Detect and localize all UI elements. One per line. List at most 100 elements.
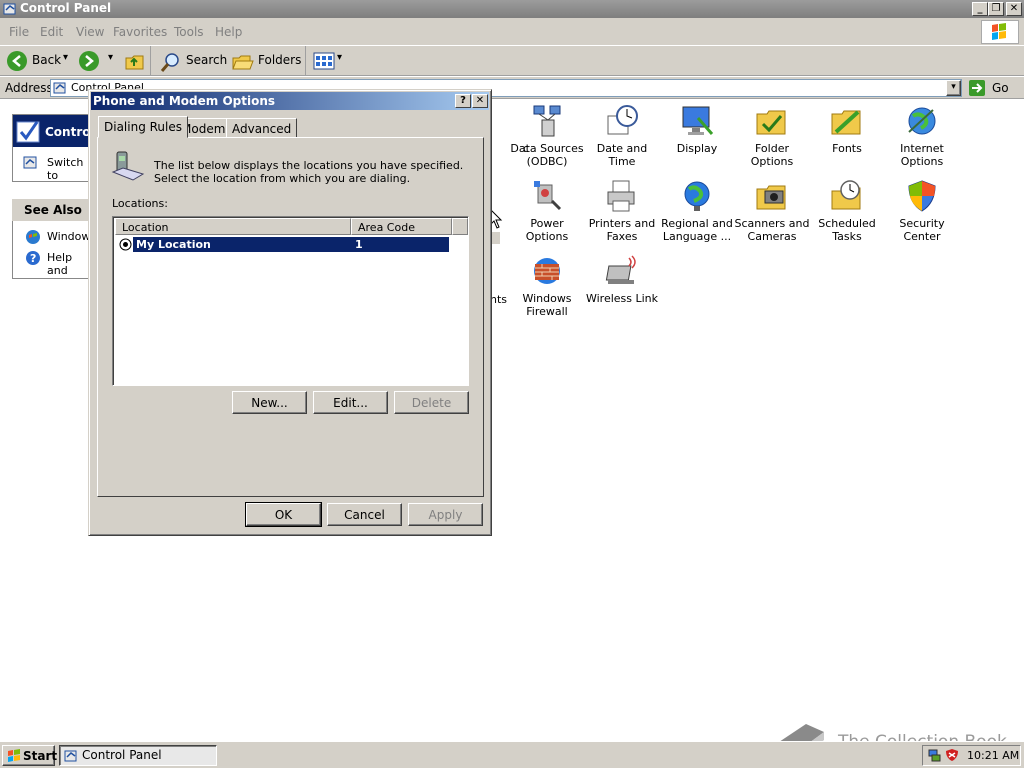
cp-icon-display[interactable]: Display [659, 104, 735, 155]
locations-list[interactable]: Location Area Code My Location 1 [112, 216, 469, 386]
cp-icon-fonts[interactable]: Fonts [809, 104, 885, 155]
table-row[interactable]: My Location 1 [133, 237, 449, 252]
tab-label: Dialing Rules [104, 120, 183, 134]
security-center-icon [905, 179, 939, 213]
cp-icon-label: Windows Firewall [522, 292, 572, 318]
menu-file[interactable]: File [9, 25, 29, 39]
cp-icon-power-options[interactable]: Power Options [509, 179, 585, 243]
control-panel-icon [16, 121, 40, 143]
menu-favorites[interactable]: Favorites [113, 25, 167, 39]
menu-help[interactable]: Help [215, 25, 242, 39]
edit-location-button[interactable]: Edit... [313, 391, 388, 414]
windows-logo-icon [981, 20, 1019, 44]
column-header-area-code[interactable]: Area Code [351, 218, 452, 235]
back-label: Back [32, 53, 62, 67]
search-label: Search [186, 53, 228, 67]
back-arrow-icon [7, 51, 27, 71]
cp-icon-regional[interactable]: Regional and Language ... [659, 179, 735, 243]
cp-icon-scheduled-tasks[interactable]: Scheduled Tasks [809, 179, 885, 243]
svg-text:?: ? [30, 252, 36, 265]
column-header-filler [452, 218, 468, 235]
system-tray: 10:21 AM [922, 745, 1021, 766]
cp-icon-printers[interactable]: Printers and Faxes [584, 179, 660, 243]
menu-bar: File Edit View Favorites Tools Help [0, 18, 1024, 46]
cancel-button[interactable]: Cancel [327, 503, 402, 526]
security-alert-tray-icon[interactable] [945, 748, 959, 762]
minimize-button[interactable]: _ [972, 2, 988, 16]
search-button[interactable]: Search [158, 50, 228, 72]
cp-icon-scanners[interactable]: Scanners and Cameras [734, 179, 810, 243]
forward-button[interactable] [79, 51, 99, 71]
network-tray-icon[interactable] [927, 748, 941, 762]
forward-dropdown-icon[interactable]: ▾ [108, 52, 113, 63]
delete-location-button[interactable]: Delete [394, 391, 469, 414]
cp-icon-label: Fonts [832, 142, 862, 155]
cp-icon-date-time[interactable]: Date and Time [584, 104, 660, 168]
dialog-close-button[interactable]: ✕ [472, 94, 488, 108]
tray-clock[interactable]: 10:21 AM [967, 749, 1019, 762]
go-button[interactable]: Go [968, 79, 1018, 97]
control-panel-icon [53, 82, 66, 94]
new-location-button[interactable]: New... [232, 391, 307, 414]
search-icon [160, 53, 179, 72]
cp-icon-security-center[interactable]: Security Center [884, 179, 960, 243]
taskbar-task-label: Control Panel [82, 748, 162, 762]
maximize-button[interactable]: ❐ [988, 2, 1004, 16]
see-also-header[interactable]: See Also [12, 199, 92, 221]
go-label: Go [992, 81, 1009, 95]
up-folder-button[interactable] [124, 50, 146, 72]
firewall-icon [530, 254, 564, 288]
cp-icon-label: Scanners and Cameras [734, 217, 810, 243]
cp-icon-windows-firewall[interactable]: Windows Firewall [509, 254, 585, 318]
folders-icon [232, 55, 254, 70]
taskbar: Start Control Panel 10:21 AM [0, 741, 1024, 768]
start-button[interactable]: Start [2, 745, 57, 766]
help-support-link[interactable]: Help and [47, 251, 91, 277]
folders-button[interactable]: Folders [230, 50, 302, 72]
dialog-title: Phone and Modem Options [93, 94, 276, 108]
menu-view[interactable]: View [76, 25, 104, 39]
views-button[interactable]: ▾ [311, 50, 347, 72]
back-dropdown-icon[interactable]: ▾ [63, 52, 68, 63]
dialog-help-button[interactable]: ? [455, 94, 471, 108]
row-area-code: 1 [355, 238, 363, 251]
tab-advanced[interactable]: Advanced [226, 118, 298, 138]
cp-icon-label: Regional and Language ... [661, 217, 733, 243]
folders-label: Folders [258, 53, 302, 67]
go-arrow-icon [969, 80, 985, 96]
cp-icon-internet-options[interactable]: Internet Options [884, 104, 960, 168]
taskbar-control-panel[interactable]: Control Panel [59, 745, 217, 766]
column-header-location[interactable]: Location [115, 218, 351, 235]
cp-icon-label: Printers and Faxes [588, 217, 656, 243]
menu-tools[interactable]: Tools [174, 25, 204, 39]
default-location-radio-icon [119, 238, 132, 251]
back-button[interactable]: Back ▾ [5, 50, 75, 72]
folder-options-icon [755, 104, 789, 138]
help-icon: ? [26, 251, 40, 265]
address-label: Address [5, 81, 53, 95]
tab-label: Advanced [232, 122, 292, 136]
scanners-icon [755, 179, 789, 213]
dialog-title-bar[interactable]: Phone and Modem Options ? ✕ [91, 92, 489, 110]
address-dropdown-button[interactable]: ▾ [946, 80, 961, 96]
cp-icon-folder-options[interactable]: Folder Options [734, 104, 810, 168]
tab-dialing-rules[interactable]: Dialing Rules [98, 116, 189, 138]
data-sources-icon [530, 104, 564, 138]
window-title-bar[interactable]: Control Panel _ ❐ ✕ [0, 0, 1024, 18]
listview-overflow-fragment [491, 232, 500, 244]
cp-icon-label: Security Center [899, 217, 945, 243]
task-box-header: Control [13, 115, 95, 147]
cp-icon-data-sources[interactable]: Data Sources (ODBC) [509, 104, 585, 168]
phone-modem-dialog: Phone and Modem Options ? ✕ Dialing Rule… [88, 89, 492, 536]
cp-icon-partial-label[interactable]: nts [490, 293, 507, 306]
close-button[interactable]: ✕ [1006, 2, 1022, 16]
cp-icon-label: Power Options [525, 217, 569, 243]
menu-edit[interactable]: Edit [40, 25, 63, 39]
cp-icon-label: Internet Options [900, 142, 944, 168]
apply-button[interactable]: Apply [408, 503, 483, 526]
ok-button[interactable]: OK [245, 502, 322, 527]
switch-view-link[interactable]: Switch to [47, 156, 91, 182]
date-time-icon [605, 104, 639, 138]
cp-icon-wireless-link[interactable]: Wireless Link [584, 254, 660, 305]
control-panel-icon [64, 750, 77, 762]
